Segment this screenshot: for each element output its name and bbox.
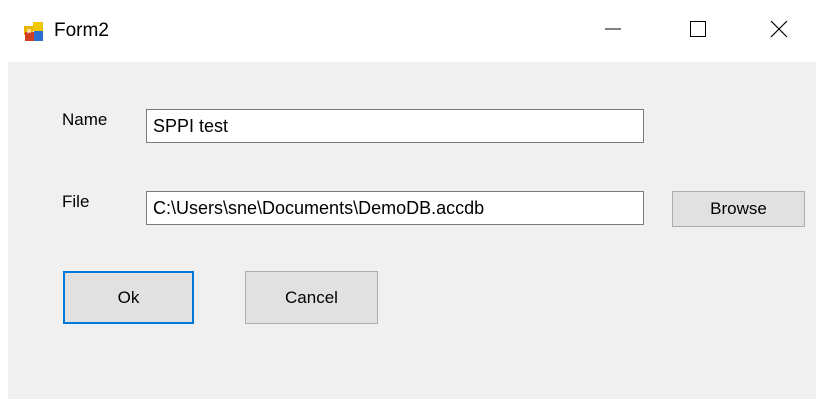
- title-bar[interactable]: Form2: [0, 0, 816, 62]
- close-icon: [769, 19, 789, 44]
- ok-button[interactable]: Ok: [63, 271, 194, 324]
- file-label: File: [62, 192, 90, 211]
- maximize-icon: [688, 19, 708, 44]
- browse-button[interactable]: Browse: [672, 191, 805, 227]
- form-client-area: Name SPPI test File C:\Users\sne\Documen…: [8, 62, 816, 399]
- name-label: Name: [62, 110, 108, 129]
- window-bottom-edge: [8, 399, 816, 403]
- file-path-input[interactable]: C:\Users\sne\Documents\DemoDB.accdb: [146, 191, 644, 225]
- maximize-button[interactable]: [663, 0, 733, 62]
- minimize-icon: [603, 19, 623, 44]
- form-app-icon: [24, 22, 44, 42]
- window-title: Form2: [54, 20, 109, 41]
- form2-window: Form2 Name SPPI test File C:\Users\sne\D…: [0, 0, 816, 403]
- cancel-button[interactable]: Cancel: [245, 271, 378, 324]
- minimize-button[interactable]: [578, 0, 648, 62]
- name-input[interactable]: SPPI test: [146, 109, 644, 143]
- close-button[interactable]: [744, 0, 814, 62]
